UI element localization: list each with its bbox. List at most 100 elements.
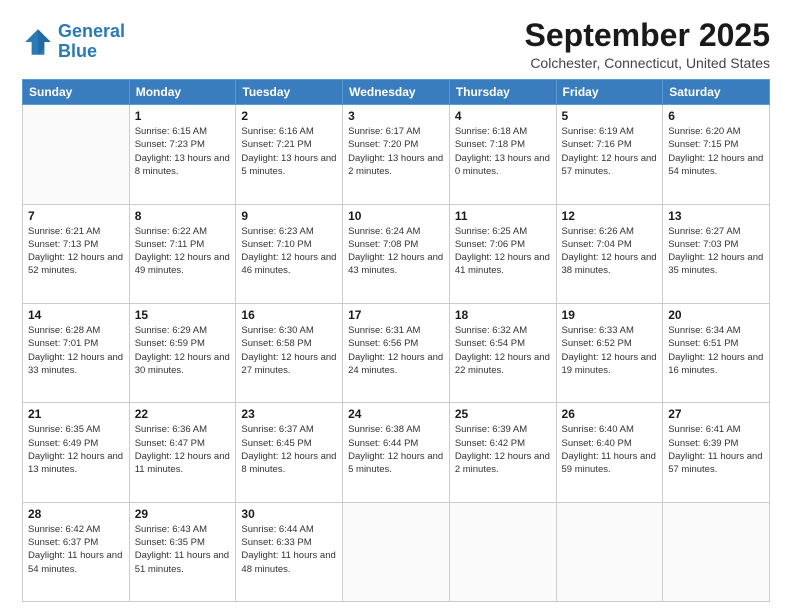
day-number: 7 bbox=[28, 209, 124, 223]
day-number: 27 bbox=[668, 407, 764, 421]
day-info: Sunrise: 6:29 AMSunset: 6:59 PMDaylight:… bbox=[135, 324, 231, 377]
day-info: Sunrise: 6:44 AMSunset: 6:33 PMDaylight:… bbox=[241, 523, 337, 576]
logo-text: General Blue bbox=[58, 22, 125, 62]
month-title: September 2025 bbox=[525, 18, 770, 53]
table-row: 6 Sunrise: 6:20 AMSunset: 7:15 PMDayligh… bbox=[663, 105, 770, 204]
table-row: 12 Sunrise: 6:26 AMSunset: 7:04 PMDaylig… bbox=[556, 204, 663, 303]
day-info: Sunrise: 6:16 AMSunset: 7:21 PMDaylight:… bbox=[241, 125, 337, 178]
table-row: 23 Sunrise: 6:37 AMSunset: 6:45 PMDaylig… bbox=[236, 403, 343, 502]
table-row bbox=[556, 502, 663, 601]
day-number: 10 bbox=[348, 209, 444, 223]
table-row: 22 Sunrise: 6:36 AMSunset: 6:47 PMDaylig… bbox=[129, 403, 236, 502]
header: General Blue September 2025 Colchester, … bbox=[22, 18, 770, 71]
table-row: 10 Sunrise: 6:24 AMSunset: 7:08 PMDaylig… bbox=[343, 204, 450, 303]
table-row: 26 Sunrise: 6:40 AMSunset: 6:40 PMDaylig… bbox=[556, 403, 663, 502]
day-number: 5 bbox=[562, 109, 658, 123]
calendar-header-row: Sunday Monday Tuesday Wednesday Thursday… bbox=[23, 80, 770, 105]
calendar-week-row: 14 Sunrise: 6:28 AMSunset: 7:01 PMDaylig… bbox=[23, 303, 770, 402]
day-number: 8 bbox=[135, 209, 231, 223]
day-number: 6 bbox=[668, 109, 764, 123]
col-saturday: Saturday bbox=[663, 80, 770, 105]
day-number: 1 bbox=[135, 109, 231, 123]
day-info: Sunrise: 6:26 AMSunset: 7:04 PMDaylight:… bbox=[562, 225, 658, 278]
day-info: Sunrise: 6:36 AMSunset: 6:47 PMDaylight:… bbox=[135, 423, 231, 476]
col-tuesday: Tuesday bbox=[236, 80, 343, 105]
table-row bbox=[663, 502, 770, 601]
day-info: Sunrise: 6:30 AMSunset: 6:58 PMDaylight:… bbox=[241, 324, 337, 377]
col-thursday: Thursday bbox=[449, 80, 556, 105]
day-number: 22 bbox=[135, 407, 231, 421]
day-number: 15 bbox=[135, 308, 231, 322]
day-info: Sunrise: 6:27 AMSunset: 7:03 PMDaylight:… bbox=[668, 225, 764, 278]
page: General Blue September 2025 Colchester, … bbox=[0, 0, 792, 612]
table-row: 18 Sunrise: 6:32 AMSunset: 6:54 PMDaylig… bbox=[449, 303, 556, 402]
day-info: Sunrise: 6:24 AMSunset: 7:08 PMDaylight:… bbox=[348, 225, 444, 278]
day-number: 12 bbox=[562, 209, 658, 223]
day-info: Sunrise: 6:31 AMSunset: 6:56 PMDaylight:… bbox=[348, 324, 444, 377]
table-row: 27 Sunrise: 6:41 AMSunset: 6:39 PMDaylig… bbox=[663, 403, 770, 502]
table-row: 20 Sunrise: 6:34 AMSunset: 6:51 PMDaylig… bbox=[663, 303, 770, 402]
day-number: 30 bbox=[241, 507, 337, 521]
day-number: 24 bbox=[348, 407, 444, 421]
day-number: 11 bbox=[455, 209, 551, 223]
day-number: 25 bbox=[455, 407, 551, 421]
col-wednesday: Wednesday bbox=[343, 80, 450, 105]
day-number: 28 bbox=[28, 507, 124, 521]
logo-line2: Blue bbox=[58, 41, 97, 61]
day-number: 26 bbox=[562, 407, 658, 421]
table-row: 16 Sunrise: 6:30 AMSunset: 6:58 PMDaylig… bbox=[236, 303, 343, 402]
table-row: 8 Sunrise: 6:22 AMSunset: 7:11 PMDayligh… bbox=[129, 204, 236, 303]
table-row: 15 Sunrise: 6:29 AMSunset: 6:59 PMDaylig… bbox=[129, 303, 236, 402]
day-info: Sunrise: 6:17 AMSunset: 7:20 PMDaylight:… bbox=[348, 125, 444, 178]
table-row: 21 Sunrise: 6:35 AMSunset: 6:49 PMDaylig… bbox=[23, 403, 130, 502]
calendar: Sunday Monday Tuesday Wednesday Thursday… bbox=[22, 79, 770, 602]
day-info: Sunrise: 6:37 AMSunset: 6:45 PMDaylight:… bbox=[241, 423, 337, 476]
day-info: Sunrise: 6:20 AMSunset: 7:15 PMDaylight:… bbox=[668, 125, 764, 178]
logo-line1: General bbox=[58, 21, 125, 41]
day-info: Sunrise: 6:40 AMSunset: 6:40 PMDaylight:… bbox=[562, 423, 658, 476]
calendar-week-row: 21 Sunrise: 6:35 AMSunset: 6:49 PMDaylig… bbox=[23, 403, 770, 502]
day-info: Sunrise: 6:22 AMSunset: 7:11 PMDaylight:… bbox=[135, 225, 231, 278]
day-info: Sunrise: 6:38 AMSunset: 6:44 PMDaylight:… bbox=[348, 423, 444, 476]
day-number: 19 bbox=[562, 308, 658, 322]
day-number: 16 bbox=[241, 308, 337, 322]
day-number: 13 bbox=[668, 209, 764, 223]
day-info: Sunrise: 6:18 AMSunset: 7:18 PMDaylight:… bbox=[455, 125, 551, 178]
calendar-week-row: 7 Sunrise: 6:21 AMSunset: 7:13 PMDayligh… bbox=[23, 204, 770, 303]
day-info: Sunrise: 6:32 AMSunset: 6:54 PMDaylight:… bbox=[455, 324, 551, 377]
day-info: Sunrise: 6:28 AMSunset: 7:01 PMDaylight:… bbox=[28, 324, 124, 377]
day-info: Sunrise: 6:15 AMSunset: 7:23 PMDaylight:… bbox=[135, 125, 231, 178]
calendar-week-row: 1 Sunrise: 6:15 AMSunset: 7:23 PMDayligh… bbox=[23, 105, 770, 204]
day-info: Sunrise: 6:42 AMSunset: 6:37 PMDaylight:… bbox=[28, 523, 124, 576]
calendar-week-row: 28 Sunrise: 6:42 AMSunset: 6:37 PMDaylig… bbox=[23, 502, 770, 601]
day-info: Sunrise: 6:39 AMSunset: 6:42 PMDaylight:… bbox=[455, 423, 551, 476]
day-number: 4 bbox=[455, 109, 551, 123]
table-row: 30 Sunrise: 6:44 AMSunset: 6:33 PMDaylig… bbox=[236, 502, 343, 601]
location-title: Colchester, Connecticut, United States bbox=[525, 55, 770, 71]
col-friday: Friday bbox=[556, 80, 663, 105]
table-row: 9 Sunrise: 6:23 AMSunset: 7:10 PMDayligh… bbox=[236, 204, 343, 303]
table-row: 25 Sunrise: 6:39 AMSunset: 6:42 PMDaylig… bbox=[449, 403, 556, 502]
day-number: 14 bbox=[28, 308, 124, 322]
col-sunday: Sunday bbox=[23, 80, 130, 105]
day-number: 2 bbox=[241, 109, 337, 123]
table-row: 17 Sunrise: 6:31 AMSunset: 6:56 PMDaylig… bbox=[343, 303, 450, 402]
logo: General Blue bbox=[22, 22, 125, 62]
table-row: 5 Sunrise: 6:19 AMSunset: 7:16 PMDayligh… bbox=[556, 105, 663, 204]
table-row: 2 Sunrise: 6:16 AMSunset: 7:21 PMDayligh… bbox=[236, 105, 343, 204]
day-info: Sunrise: 6:41 AMSunset: 6:39 PMDaylight:… bbox=[668, 423, 764, 476]
day-info: Sunrise: 6:21 AMSunset: 7:13 PMDaylight:… bbox=[28, 225, 124, 278]
day-info: Sunrise: 6:43 AMSunset: 6:35 PMDaylight:… bbox=[135, 523, 231, 576]
day-info: Sunrise: 6:35 AMSunset: 6:49 PMDaylight:… bbox=[28, 423, 124, 476]
table-row bbox=[449, 502, 556, 601]
title-block: September 2025 Colchester, Connecticut, … bbox=[525, 18, 770, 71]
table-row: 3 Sunrise: 6:17 AMSunset: 7:20 PMDayligh… bbox=[343, 105, 450, 204]
day-number: 17 bbox=[348, 308, 444, 322]
table-row: 7 Sunrise: 6:21 AMSunset: 7:13 PMDayligh… bbox=[23, 204, 130, 303]
table-row bbox=[23, 105, 130, 204]
day-number: 23 bbox=[241, 407, 337, 421]
day-number: 3 bbox=[348, 109, 444, 123]
day-number: 20 bbox=[668, 308, 764, 322]
table-row: 28 Sunrise: 6:42 AMSunset: 6:37 PMDaylig… bbox=[23, 502, 130, 601]
col-monday: Monday bbox=[129, 80, 236, 105]
